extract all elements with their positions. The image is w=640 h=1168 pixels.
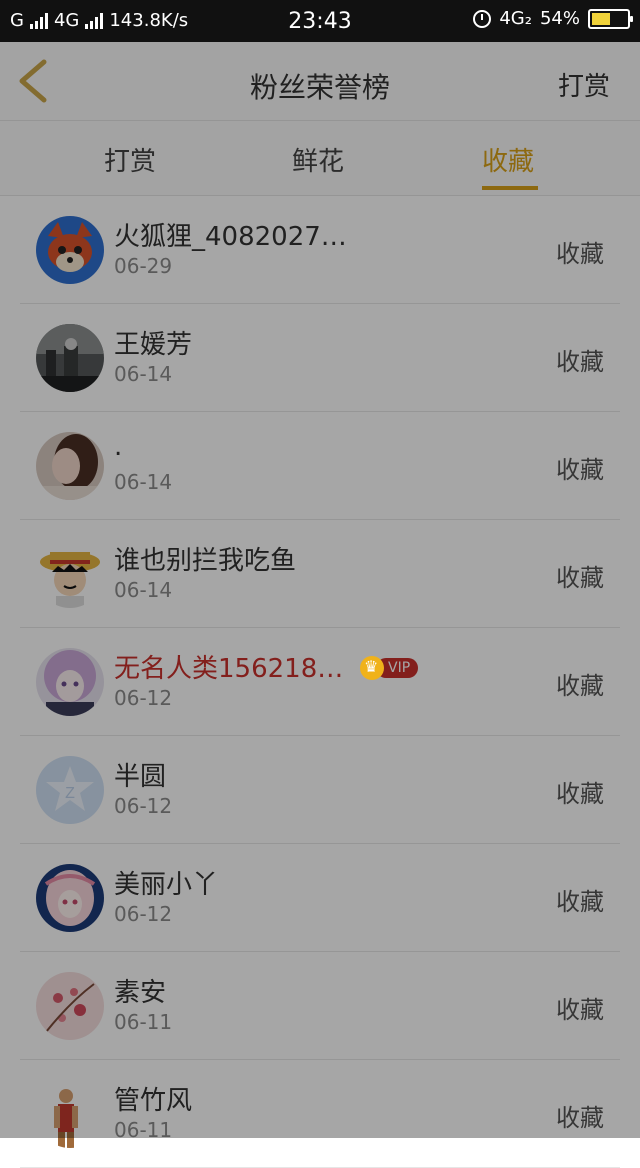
user-name: . — [114, 432, 123, 462]
tab-reward[interactable]: 打赏 — [104, 141, 156, 178]
user-name: 王媛芳 — [114, 330, 193, 360]
status-right: 4G₂ 54% — [473, 8, 633, 29]
list-item[interactable]: 谁也别拦我吃鱼 06-14 收藏 — [0, 520, 640, 628]
item-type: 收藏 — [556, 456, 604, 484]
status-bar: G 4G 143.8K/s 23:43 4G₂ 54% — [0, 0, 640, 42]
flower-avatar-icon — [36, 972, 104, 1040]
vip-badge: VIP — [360, 656, 419, 680]
tab-flowers[interactable]: 鲜花 — [292, 141, 344, 178]
user-name: 素安 — [114, 978, 167, 1008]
item-type: 收藏 — [556, 1104, 604, 1132]
item-type: 收藏 — [556, 240, 604, 268]
photo-avatar-icon — [36, 324, 104, 392]
list-item[interactable]: . 06-14 收藏 — [0, 412, 640, 520]
list-item[interactable]: 美丽小丫 06-12 收藏 — [0, 844, 640, 952]
user-name: 无名人类156218… — [114, 654, 344, 684]
reward-button[interactable]: 打赏 — [558, 66, 610, 103]
item-type: 收藏 — [556, 996, 604, 1024]
item-type: 收藏 — [556, 780, 604, 808]
item-date: 06-14 — [114, 470, 173, 494]
list-item[interactable]: 王媛芳 06-14 收藏 — [0, 304, 640, 412]
tab-favorites[interactable]: 收藏 — [482, 141, 534, 178]
item-date: 06-29 — [114, 254, 173, 278]
item-date: 06-12 — [114, 686, 173, 710]
item-date: 06-11 — [114, 1010, 173, 1034]
alarm-icon — [473, 9, 492, 28]
default-qzone-avatar-icon: Z — [36, 756, 104, 824]
user-name: 火狐狸_4082027… — [114, 222, 347, 252]
page-title: 粉丝荣誉榜 — [249, 71, 390, 104]
tab-bar: 打赏 鲜花 收藏 — [0, 121, 640, 196]
item-type: 收藏 — [556, 672, 604, 700]
anime-avatar-icon — [36, 648, 104, 716]
item-type: 收藏 — [556, 564, 604, 592]
network-right-label: 4G₂ — [499, 8, 532, 29]
crown-icon — [360, 656, 384, 680]
fan-list: 火狐狸_4082027… 06-29 收藏 王媛芳 06-14 收藏 . 06-… — [0, 196, 640, 1168]
nav-bar: 粉丝荣誉榜 打赏 — [0, 42, 640, 121]
girl-avatar-icon — [36, 432, 104, 500]
list-item[interactable]: 火狐狸_4082027… 06-29 收藏 — [0, 196, 640, 304]
battery-icon — [588, 8, 633, 29]
item-date: 06-11 — [114, 1118, 173, 1142]
item-date: 06-12 — [114, 902, 173, 926]
anime-girl-avatar-icon — [36, 864, 104, 932]
item-date: 06-12 — [114, 794, 173, 818]
list-item[interactable]: 无名人类156218… VIP 06-12 收藏 — [0, 628, 640, 736]
list-item[interactable]: 素安 06-11 收藏 — [0, 952, 640, 1060]
luffy-avatar-icon — [36, 540, 104, 608]
user-name: 谁也别拦我吃鱼 — [114, 546, 297, 576]
list-item[interactable]: Z 半圆 06-12 收藏 — [0, 736, 640, 844]
list-item[interactable]: 管竹风 06-11 收藏 — [0, 1060, 640, 1168]
user-name: 半圆 — [114, 762, 167, 792]
active-tab-indicator — [482, 186, 538, 190]
battery-percent: 54% — [539, 8, 580, 29]
fox-avatar-icon — [36, 216, 104, 284]
item-date: 06-14 — [114, 362, 173, 386]
svg-text:Z: Z — [65, 785, 75, 802]
user-name: 管竹风 — [114, 1086, 193, 1116]
item-date: 06-14 — [114, 578, 173, 602]
item-type: 收藏 — [556, 348, 604, 376]
user-name: 美丽小丫 — [114, 870, 219, 900]
item-type: 收藏 — [556, 888, 604, 916]
